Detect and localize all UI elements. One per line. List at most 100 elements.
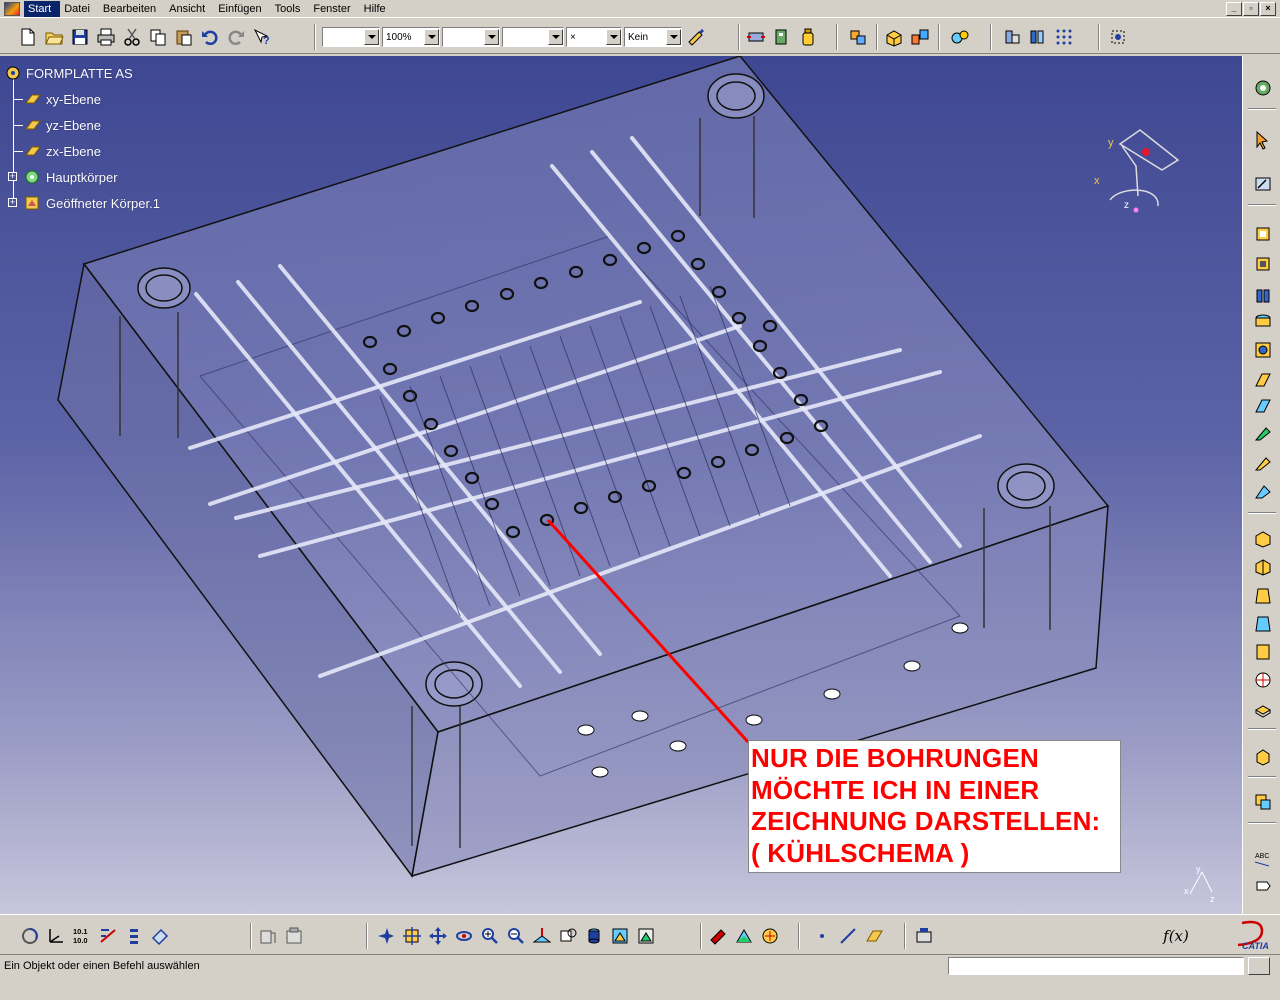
parameters-icon[interactable] (122, 924, 146, 948)
save-disk-icon[interactable] (68, 25, 92, 49)
draft-analysis-icon[interactable] (732, 924, 756, 948)
expand-toggle-icon[interactable]: + (8, 198, 17, 207)
fit-all-icon[interactable] (744, 25, 768, 49)
chevron-down-icon[interactable] (424, 29, 439, 45)
restore-button[interactable]: ▫ (1243, 1, 1259, 16)
menu-fenster[interactable]: Fenster (309, 1, 359, 17)
chevron-down-icon[interactable] (606, 29, 621, 45)
menu-bearbeiten[interactable]: Bearbeiten (99, 1, 165, 17)
draft-icon[interactable] (1251, 584, 1275, 608)
part-design-icon[interactable] (882, 25, 906, 49)
view-cylinder-icon[interactable] (582, 924, 606, 948)
grid-snap-icon[interactable] (1052, 25, 1076, 49)
tree-item-main-body[interactable]: + Hauptkörper (4, 164, 224, 190)
tree-item-yz-plane[interactable]: yz-Ebene (4, 112, 224, 138)
zoom-combo[interactable]: 100% (382, 27, 440, 47)
redo-icon[interactable] (224, 25, 248, 49)
fit-all-in-icon[interactable] (400, 924, 424, 948)
pan-icon[interactable] (426, 924, 450, 948)
pad-icon[interactable] (1251, 222, 1275, 246)
mass-bottle-icon[interactable] (796, 25, 820, 49)
curvature-analysis-icon[interactable] (758, 924, 782, 948)
rotate-icon[interactable] (452, 924, 476, 948)
hole-icon[interactable] (1251, 338, 1275, 362)
linetype-combo[interactable] (442, 27, 500, 47)
grid-values-icon[interactable]: 10.1 10.0 (70, 924, 94, 948)
sketcher-icon[interactable] (1251, 172, 1275, 196)
menu-hilfe[interactable]: Hilfe (360, 1, 395, 17)
boolean-icon[interactable] (1251, 790, 1275, 814)
knowledge-icon[interactable] (912, 924, 936, 948)
object-icon[interactable] (282, 924, 306, 948)
thread-icon[interactable] (1251, 668, 1275, 692)
catia-app-icon[interactable] (4, 1, 20, 16)
assembly-icon[interactable] (908, 25, 932, 49)
copy-icon[interactable] (146, 25, 170, 49)
tree-item-xy-plane[interactable]: xy-Ebene (4, 86, 224, 112)
menu-einfuegen[interactable]: Einfügen (214, 1, 270, 17)
menu-start[interactable]: Start (24, 0, 61, 17)
shaft-icon[interactable] (1251, 284, 1275, 308)
fly-mode-icon[interactable] (374, 924, 398, 948)
apply-material-icon[interactable] (706, 924, 730, 948)
surface-icon[interactable] (148, 924, 172, 948)
undo-icon[interactable] (198, 25, 222, 49)
format-painter-icon[interactable] (684, 25, 708, 49)
rib-icon[interactable] (1251, 368, 1275, 392)
expand-toggle-icon[interactable]: + (8, 172, 17, 181)
3d-viewport[interactable]: y x z y x z FORMPLATTE AS xy-Ebene yz-Eb… (0, 56, 1242, 914)
render-style-icon[interactable] (608, 924, 632, 948)
print-icon[interactable] (94, 25, 118, 49)
menu-datei[interactable]: Datei (60, 1, 99, 17)
layer-combo[interactable]: Kein (624, 27, 682, 47)
axis-system-icon[interactable] (44, 924, 68, 948)
normal-view-icon[interactable] (530, 924, 554, 948)
chevron-down-icon[interactable] (364, 29, 379, 45)
measure-icon[interactable] (770, 25, 794, 49)
menu-ansicht[interactable]: Ansicht (165, 1, 214, 17)
select-arrow-icon[interactable] (1251, 128, 1275, 152)
close-button[interactable]: × (1260, 1, 1276, 16)
shell-icon[interactable] (1251, 612, 1275, 636)
plane-tool-icon[interactable] (862, 924, 886, 948)
paste-icon[interactable] (172, 25, 196, 49)
point-style-combo[interactable]: × (566, 27, 622, 47)
hide-show-icon[interactable] (1026, 25, 1050, 49)
chevron-down-icon[interactable] (666, 29, 681, 45)
specification-tree[interactable]: FORMPLATTE AS xy-Ebene yz-Ebene zx-Ebene… (4, 60, 224, 216)
thickness-icon[interactable] (1251, 640, 1275, 664)
whats-this-help-icon[interactable]: ? (250, 25, 274, 49)
power-input-button[interactable] (1248, 957, 1270, 975)
chevron-down-icon[interactable] (484, 29, 499, 45)
zoom-in-icon[interactable] (478, 924, 502, 948)
tree-root[interactable]: FORMPLATTE AS (4, 60, 224, 86)
stiffener-icon[interactable] (1251, 480, 1275, 504)
chamfer-icon[interactable] (1251, 554, 1275, 578)
new-document-icon[interactable] (16, 25, 40, 49)
tree-item-zx-plane[interactable]: zx-Ebene (4, 138, 224, 164)
chevron-down-icon[interactable] (548, 29, 563, 45)
hide-show-swap-icon[interactable] (634, 924, 658, 948)
analysis-icon[interactable] (948, 25, 972, 49)
select-mode-icon[interactable] (1106, 25, 1130, 49)
remove-loft-icon[interactable] (1251, 452, 1275, 476)
loft-icon[interactable] (1251, 422, 1275, 446)
minimize-button[interactable]: _ (1226, 1, 1242, 16)
tree-item-opened-body[interactable]: + Geöffneter Körper.1 (4, 190, 224, 216)
open-folder-icon[interactable] (42, 25, 66, 49)
remove-face-icon[interactable] (1251, 696, 1275, 720)
power-input-field[interactable] (948, 957, 1244, 975)
scan-icon[interactable] (256, 924, 280, 948)
pocket-icon[interactable] (1251, 252, 1275, 276)
workbench-gear-icon[interactable] (1251, 76, 1275, 100)
menu-tools[interactable]: Tools (271, 1, 310, 17)
constraint-icon[interactable] (96, 924, 120, 948)
fillet-icon[interactable] (1251, 526, 1275, 550)
slot-icon[interactable] (1251, 394, 1275, 418)
multi-view-icon[interactable] (556, 924, 580, 948)
swap-visible-icon[interactable] (1000, 25, 1024, 49)
cut-scissors-icon[interactable] (120, 25, 144, 49)
annotation-text-icon[interactable]: ABC (1251, 846, 1275, 870)
flag-note-icon[interactable] (1251, 874, 1275, 898)
zoom-out-icon[interactable] (504, 924, 528, 948)
